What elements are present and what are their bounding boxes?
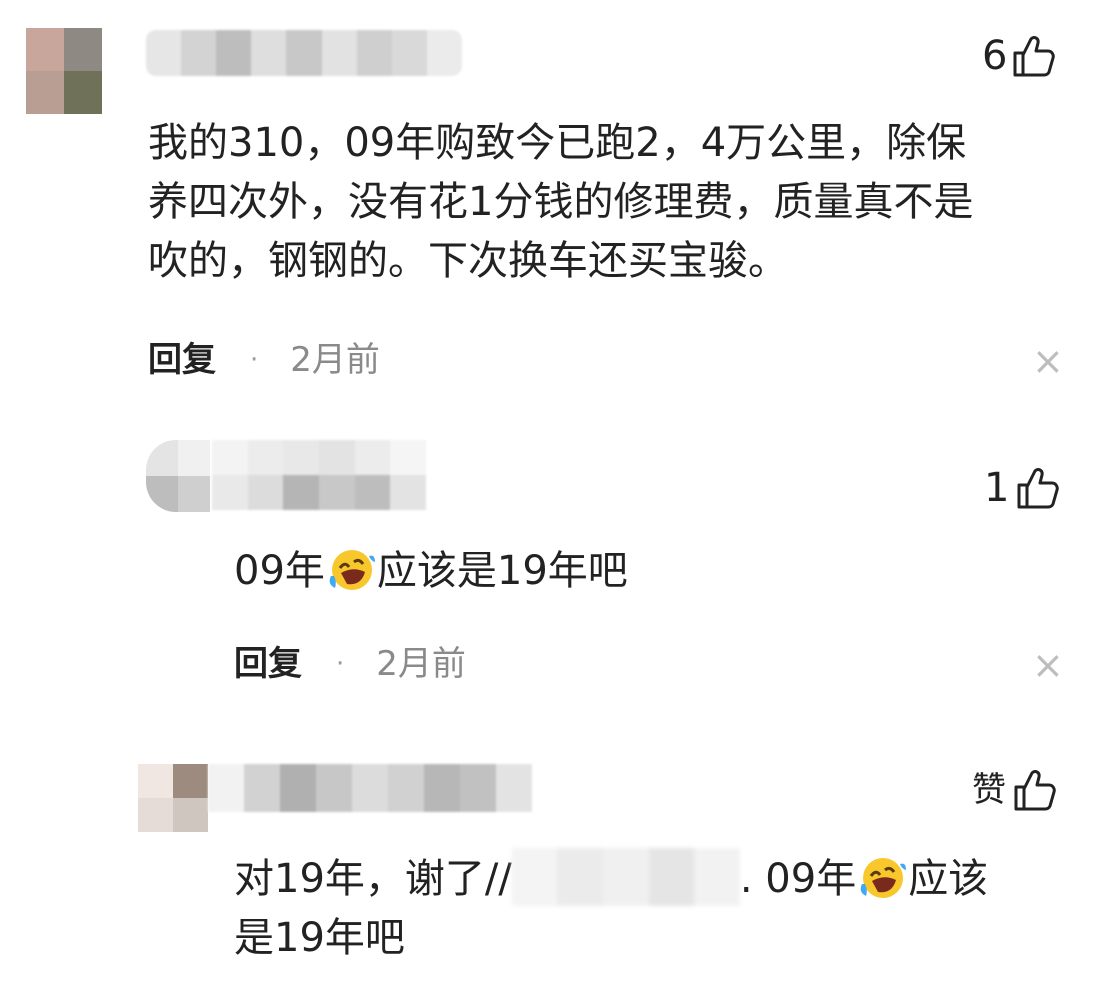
- reply-button[interactable]: 回复: [148, 340, 216, 380]
- avatar[interactable]: [26, 28, 102, 114]
- separator: ·: [336, 649, 345, 679]
- mention-blurred[interactable]: [511, 848, 740, 906]
- comment-text: 对19年，谢了//. 09年 应该 是19年吧: [234, 848, 988, 968]
- comment-meta: 回复 · 2月前: [234, 644, 466, 684]
- avatar[interactable]: [146, 440, 210, 512]
- reply-button[interactable]: 回复: [234, 644, 302, 684]
- rolling-laughing-emoji: [325, 546, 377, 592]
- thumbs-up-icon[interactable]: [1015, 465, 1060, 511]
- like-group[interactable]: 赞: [972, 766, 1056, 814]
- timestamp: 2月前: [376, 644, 466, 684]
- username-blurred[interactable]: [146, 30, 462, 76]
- like-group[interactable]: 6: [982, 32, 1056, 80]
- like-label: 赞: [972, 770, 1006, 810]
- rolling-laughing-emoji: [856, 854, 908, 900]
- like-group[interactable]: 1: [984, 464, 1060, 512]
- like-count: 6: [982, 33, 1008, 79]
- close-icon[interactable]: ×: [1032, 646, 1064, 684]
- username-blurred[interactable]: [208, 764, 532, 812]
- separator: ·: [250, 345, 259, 375]
- like-count: 1: [984, 465, 1010, 511]
- comment-meta: 回复 · 2月前: [148, 340, 380, 380]
- close-icon[interactable]: ×: [1032, 342, 1064, 380]
- thumbs-up-icon[interactable]: [1011, 33, 1056, 79]
- timestamp: 2月前: [290, 340, 380, 380]
- comment-text: 09年 应该是19年吧: [234, 546, 628, 594]
- username-blurred[interactable]: [212, 440, 426, 510]
- avatar[interactable]: [138, 764, 208, 832]
- thumbs-up-icon[interactable]: [1012, 767, 1056, 813]
- comment-text: 我的310，09年购致今已跑2，4万公里，除保 养四次外，没有花1分钱的修理费，…: [148, 120, 974, 284]
